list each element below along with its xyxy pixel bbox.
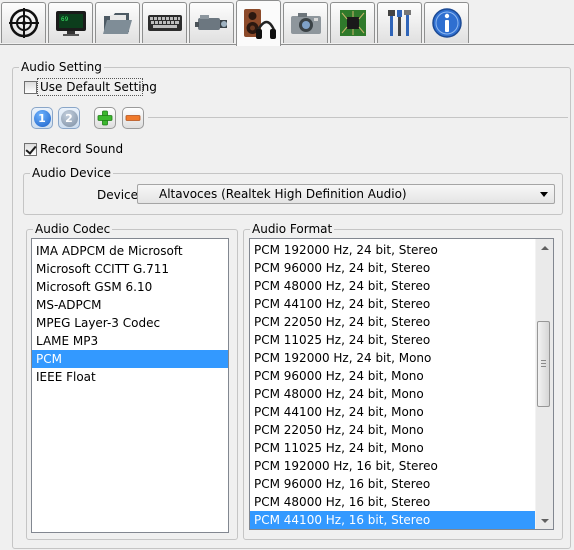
remove-profile-button[interactable]	[122, 107, 144, 129]
format-item[interactable]: PCM 192000 Hz, 24 bit, Stereo	[250, 241, 553, 259]
format-item[interactable]: PCM 96000 Hz, 24 bit, Stereo	[250, 259, 553, 277]
codec-item[interactable]: IEEE Float	[32, 368, 228, 386]
format-item[interactable]: PCM 44100 Hz, 24 bit, Stereo	[250, 295, 553, 313]
chevron-down-icon	[540, 192, 548, 197]
chevron-up-icon	[540, 245, 549, 250]
tab-video-camera[interactable]	[189, 2, 234, 43]
format-item[interactable]: PCM 192000 Hz, 16 bit, Stereo	[250, 457, 553, 475]
folder-icon	[102, 13, 132, 34]
minus-icon	[125, 115, 141, 121]
format-item[interactable]: PCM 96000 Hz, 16 bit, Stereo	[250, 475, 553, 493]
format-item[interactable]: PCM 44100 Hz, 24 bit, Mono	[250, 403, 553, 421]
tab-folder[interactable]	[95, 2, 140, 43]
format-item[interactable]: PCM 96000 Hz, 24 bit, Mono	[250, 367, 553, 385]
format-list[interactable]: PCM 192000 Hz, 24 bit, Stereo PCM 96000 …	[249, 238, 554, 530]
format-item[interactable]: PCM 192000 Hz, 24 bit, Mono	[250, 349, 553, 367]
crosshair-icon	[8, 8, 39, 38]
add-profile-button[interactable]	[94, 107, 116, 129]
profile-1-button[interactable]: 1	[31, 107, 53, 129]
format-item[interactable]: PCM 48000 Hz, 24 bit, Stereo	[250, 277, 553, 295]
info-icon	[431, 8, 462, 38]
format-item[interactable]: PCM 22050 Hz, 24 bit, Stereo	[250, 313, 553, 331]
tab-monitor[interactable]: 69	[48, 2, 93, 43]
device-select-value: Altavoces (Realtek High Definition Audio…	[159, 187, 407, 201]
format-item[interactable]: PCM 48000 Hz, 24 bit, Mono	[250, 385, 553, 403]
video-camera-icon	[194, 15, 227, 30]
format-item[interactable]: PCM 44100 Hz, 16 bit, Stereo	[250, 511, 553, 529]
tab-crosshair[interactable]	[1, 2, 46, 43]
format-item[interactable]: PCM 48000 Hz, 16 bit, Stereo	[250, 493, 553, 511]
tab-divider	[0, 44, 574, 45]
codec-item[interactable]: LAME MP3	[32, 332, 228, 350]
scroll-down-button[interactable]	[536, 512, 553, 529]
codec-item[interactable]: PCM	[32, 350, 228, 368]
circuit-board-icon	[339, 10, 366, 36]
audio-format-legend: Audio Format	[250, 222, 335, 236]
svg-text:69: 69	[61, 16, 69, 23]
tools-icon	[387, 10, 411, 36]
device-label: Device	[97, 188, 139, 202]
monitor-icon: 69	[55, 11, 86, 36]
format-item[interactable]: PCM 11025 Hz, 24 bit, Mono	[250, 439, 553, 457]
device-select[interactable]: Altavoces (Realtek High Definition Audio…	[137, 184, 555, 204]
codec-item[interactable]: MPEG Layer-3 Codec	[32, 314, 228, 332]
tab-photo-camera[interactable]	[283, 2, 328, 43]
tab-info[interactable]	[424, 2, 469, 43]
audio-device-legend: Audio Device	[30, 166, 113, 180]
tab-keyboard[interactable]	[142, 2, 187, 43]
tab-tools[interactable]	[377, 2, 422, 43]
record-sound-label: Record Sound	[40, 142, 124, 156]
format-item[interactable]: PCM 11025 Hz, 24 bit, Stereo	[250, 331, 553, 349]
format-scrollbar[interactable]	[535, 239, 553, 529]
audio-setting-legend: Audio Setting	[19, 60, 104, 74]
photo-camera-icon	[290, 13, 321, 34]
tab-audio[interactable]	[236, 0, 281, 46]
scroll-up-button[interactable]	[536, 239, 553, 256]
codec-item[interactable]: MS-ADPCM	[32, 296, 228, 314]
codec-item[interactable]: Microsoft CCITT G.711	[32, 260, 228, 278]
tab-circuit-board[interactable]	[330, 2, 375, 43]
audio-codec-legend: Audio Codec	[33, 222, 113, 236]
use-default-focus-rect	[37, 78, 143, 96]
profile-divider	[148, 117, 568, 118]
format-item[interactable]: PCM 22050 Hz, 24 bit, Mono	[250, 421, 553, 439]
speaker-headphones-icon	[243, 8, 276, 39]
toolbar-tabs: 69	[0, 0, 574, 46]
plus-icon	[97, 110, 113, 126]
codec-item[interactable]: IMA ADPCM de Microsoft	[32, 242, 228, 260]
use-default-checkbox[interactable]	[24, 81, 37, 94]
codec-item[interactable]: Microsoft GSM 6.10	[32, 278, 228, 296]
codec-list[interactable]: IMA ADPCM de Microsoft Microsoft CCITT G…	[31, 238, 229, 533]
keyboard-icon	[147, 15, 182, 31]
profile-2-button[interactable]: 2	[58, 107, 80, 129]
chevron-down-icon	[540, 518, 549, 523]
scroll-thumb[interactable]	[537, 321, 550, 407]
record-sound-checkbox[interactable]	[24, 143, 37, 156]
